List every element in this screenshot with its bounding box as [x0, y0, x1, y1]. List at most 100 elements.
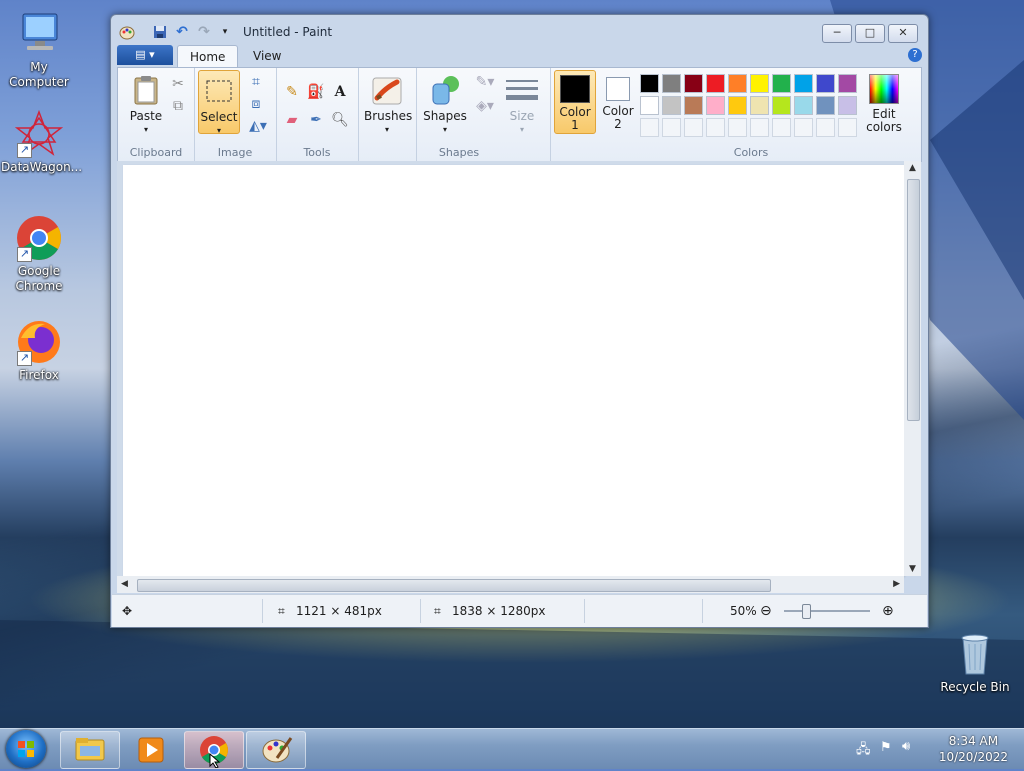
- palette-swatch[interactable]: [728, 74, 747, 93]
- vertical-scrollbar[interactable]: ▲ ▼: [904, 161, 921, 576]
- ribbon-tabs: ▤ ▾ Home View ?: [117, 45, 922, 68]
- tab-home[interactable]: Home: [177, 45, 239, 68]
- custom-color-slot[interactable]: [772, 118, 791, 137]
- custom-color-slot[interactable]: [684, 118, 703, 137]
- fill-icon[interactable]: ◈▾: [472, 96, 498, 116]
- undo-icon[interactable]: ↶: [174, 24, 190, 40]
- palette-swatch[interactable]: [750, 96, 769, 115]
- custom-color-slot[interactable]: [750, 118, 769, 137]
- custom-color-slot[interactable]: [662, 118, 681, 137]
- taskbar-paint[interactable]: [246, 731, 306, 769]
- cut-icon[interactable]: ✂: [168, 74, 188, 94]
- select-button[interactable]: Select ▾: [198, 70, 240, 135]
- vertical-scroll-thumb[interactable]: [907, 179, 920, 421]
- clock[interactable]: 8:34 AM 10/20/2022: [939, 733, 1008, 765]
- palette-swatch[interactable]: [640, 96, 659, 115]
- minimize-button[interactable]: ─: [822, 24, 852, 43]
- shapes-button[interactable]: Shapes ▾: [422, 74, 468, 136]
- custom-color-slot[interactable]: [838, 118, 857, 137]
- pencil-icon[interactable]: ✎: [282, 82, 302, 102]
- desktop-icon-google-chrome[interactable]: ↗ Google Chrome: [1, 214, 77, 294]
- group-label-colors: Colors: [733, 146, 769, 159]
- eraser-icon[interactable]: ▰: [282, 110, 302, 130]
- palette-swatch[interactable]: [838, 74, 857, 93]
- crop-icon[interactable]: ⌗: [246, 72, 266, 92]
- scroll-right-icon[interactable]: ▶: [893, 579, 900, 589]
- custom-color-slot[interactable]: [794, 118, 813, 137]
- size-button[interactable]: Size ▾: [502, 74, 542, 136]
- zoom-slider-thumb[interactable]: [802, 604, 811, 619]
- custom-color-slot[interactable]: [728, 118, 747, 137]
- taskbar-explorer[interactable]: [60, 731, 120, 769]
- close-button[interactable]: ✕: [888, 24, 918, 43]
- zoom-out-icon[interactable]: ⊖: [760, 601, 772, 621]
- horizontal-scroll-thumb[interactable]: [137, 579, 771, 592]
- save-icon[interactable]: [152, 24, 168, 40]
- shortcut-arrow-icon: ↗: [17, 247, 32, 262]
- drawing-canvas[interactable]: [123, 165, 904, 576]
- zoom-slider[interactable]: [784, 604, 870, 619]
- help-icon[interactable]: ?: [908, 48, 922, 62]
- redo-icon[interactable]: ↷: [196, 24, 212, 40]
- magnifier-icon[interactable]: 🔍︎: [330, 110, 350, 130]
- custom-color-slot[interactable]: [706, 118, 725, 137]
- color-palette: [640, 74, 862, 140]
- color-picker-icon[interactable]: ✒: [306, 110, 326, 130]
- tab-view[interactable]: View: [241, 45, 293, 67]
- chevron-down-icon: ▾: [442, 125, 447, 134]
- palette-swatch[interactable]: [750, 74, 769, 93]
- desktop-icon-recycle-bin[interactable]: Recycle Bin: [937, 630, 1013, 695]
- palette-swatch[interactable]: [772, 96, 791, 115]
- palette-swatch[interactable]: [706, 96, 725, 115]
- taskbar-media-player[interactable]: [122, 731, 182, 769]
- palette-swatch[interactable]: [816, 74, 835, 93]
- network-icon[interactable]: 🖧︎: [856, 740, 871, 762]
- shortcut-arrow-icon: ↗: [17, 351, 32, 366]
- color1-button[interactable]: Color 1: [554, 70, 596, 134]
- palette-swatch[interactable]: [794, 96, 813, 115]
- copy-icon[interactable]: ⧉: [168, 96, 188, 116]
- palette-swatch[interactable]: [684, 96, 703, 115]
- palette-swatch[interactable]: [662, 96, 681, 115]
- rotate-icon[interactable]: ◭▾: [246, 116, 270, 136]
- start-button[interactable]: [6, 730, 46, 768]
- scroll-down-icon[interactable]: ▼: [909, 564, 916, 574]
- color2-button[interactable]: Color 2: [598, 70, 638, 132]
- palette-swatch[interactable]: [640, 74, 659, 93]
- palette-swatch[interactable]: [816, 96, 835, 115]
- clock-time: 8:34 AM: [948, 734, 999, 748]
- action-center-flag-icon[interactable]: ⚑: [880, 740, 892, 755]
- palette-swatch[interactable]: [728, 96, 747, 115]
- palette-swatch[interactable]: [838, 96, 857, 115]
- fill-bucket-icon[interactable]: ⛽: [306, 82, 326, 102]
- brush-icon: [371, 74, 403, 106]
- outline-icon[interactable]: ✎▾: [472, 72, 498, 92]
- resize-icon[interactable]: ⧈: [246, 94, 266, 114]
- custom-color-slot[interactable]: [816, 118, 835, 137]
- palette-swatch[interactable]: [772, 74, 791, 93]
- desktop-icon-firefox[interactable]: ↗ Firefox: [1, 318, 77, 383]
- palette-swatch[interactable]: [684, 74, 703, 93]
- brushes-button[interactable]: Brushes ▾: [364, 74, 412, 136]
- zoom-in-icon[interactable]: ⊕: [882, 601, 894, 621]
- selection-size: 1121 × 481px: [296, 604, 382, 618]
- taskbar-chrome[interactable]: [184, 731, 244, 769]
- palette-swatch[interactable]: [706, 74, 725, 93]
- palette-swatch[interactable]: [662, 74, 681, 93]
- scroll-left-icon[interactable]: ◀: [121, 579, 128, 589]
- volume-icon[interactable]: 🔊︎: [902, 739, 910, 754]
- text-tool-icon[interactable]: A: [330, 82, 350, 102]
- scroll-up-icon[interactable]: ▲: [909, 163, 916, 173]
- horizontal-scrollbar[interactable]: ◀ ▶: [117, 576, 904, 593]
- edit-colors-button[interactable]: Edit colors: [864, 74, 904, 134]
- desktop-icon-datawagon[interactable]: ↗ DataWagon...: [1, 109, 82, 175]
- palette-swatch[interactable]: [794, 74, 813, 93]
- customize-quick-access-icon[interactable]: ▾: [217, 24, 233, 40]
- color1-swatch: [560, 75, 590, 103]
- maximize-button[interactable]: □: [855, 24, 885, 43]
- paste-button[interactable]: Paste ▾: [126, 74, 166, 136]
- title-bar[interactable]: ↶ ↷ ▾ Untitled - Paint ─ □ ✕: [111, 15, 928, 45]
- desktop-icon-my-computer[interactable]: My Computer: [1, 10, 77, 90]
- paint-menu-button[interactable]: ▤ ▾: [117, 45, 173, 65]
- custom-color-slot[interactable]: [640, 118, 659, 137]
